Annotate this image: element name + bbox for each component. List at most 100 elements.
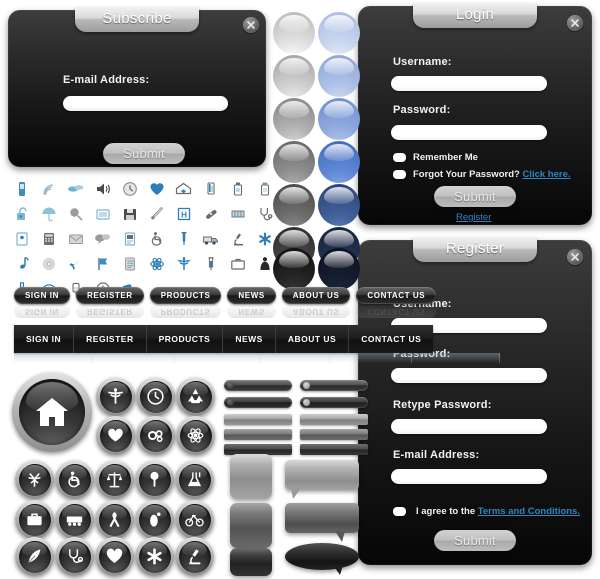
rounded-square-dark[interactable] bbox=[230, 548, 272, 576]
nav-segment-register[interactable]: REGISTER bbox=[74, 325, 147, 353]
nav-pill-contact-us[interactable]: CONTACT US CONTACT US bbox=[356, 287, 437, 318]
orb-grey-1[interactable] bbox=[273, 12, 315, 54]
round-button-heart[interactable] bbox=[95, 537, 134, 576]
icon-cell[interactable] bbox=[170, 251, 197, 276]
register-submit-button[interactable]: Submit bbox=[434, 530, 516, 551]
orb-blue-2[interactable] bbox=[318, 55, 360, 97]
orb-grey-7[interactable] bbox=[273, 248, 315, 290]
orb-grey-2[interactable] bbox=[273, 55, 315, 97]
slider-bar-light-knob-2[interactable] bbox=[300, 397, 368, 408]
icon-cell[interactable] bbox=[8, 251, 35, 276]
icon-cell[interactable] bbox=[224, 226, 251, 251]
login-close-button[interactable] bbox=[567, 15, 583, 31]
icon-cell[interactable] bbox=[251, 226, 278, 251]
icon-cell[interactable] bbox=[116, 251, 143, 276]
round-button-briefcase[interactable] bbox=[15, 500, 54, 539]
slider-bar-light-knob-1[interactable] bbox=[300, 380, 368, 391]
icon-cell[interactable] bbox=[89, 226, 116, 251]
round-button-heart-hand[interactable] bbox=[96, 416, 135, 455]
nav-pill-about-us[interactable]: ABOUT US ABOUT US bbox=[281, 287, 351, 318]
forgot-password-link[interactable]: Click here. bbox=[522, 169, 570, 180]
icon-cell[interactable] bbox=[197, 201, 224, 226]
orb-blue-1[interactable] bbox=[318, 12, 360, 54]
login-register-link[interactable]: Register bbox=[456, 212, 491, 223]
progress-bar-mid-2[interactable] bbox=[300, 429, 368, 440]
progress-bar-light-1[interactable] bbox=[224, 414, 292, 425]
icon-cell[interactable] bbox=[170, 176, 197, 201]
login-submit-button[interactable]: Submit bbox=[434, 186, 516, 207]
subscribe-submit-button[interactable]: Submit bbox=[103, 143, 185, 164]
orb-blue-7[interactable] bbox=[318, 248, 360, 290]
icon-cell[interactable] bbox=[35, 251, 62, 276]
nav-segment-news[interactable]: NEWS bbox=[223, 325, 276, 353]
remember-me-checkbox[interactable] bbox=[393, 153, 406, 162]
round-button-gears[interactable] bbox=[136, 416, 175, 455]
icon-cell[interactable] bbox=[116, 201, 143, 226]
round-button-lab-flask[interactable] bbox=[175, 460, 214, 499]
slider-knob[interactable] bbox=[227, 399, 234, 406]
speech-bubble-light[interactable] bbox=[285, 460, 359, 499]
slider-bar-dark-knob-2[interactable] bbox=[224, 397, 292, 408]
icon-cell[interactable] bbox=[89, 251, 116, 276]
round-button-home[interactable] bbox=[12, 372, 92, 452]
icon-cell[interactable] bbox=[35, 201, 62, 226]
rounded-square-mid[interactable] bbox=[230, 503, 272, 548]
icon-cell[interactable] bbox=[89, 176, 116, 201]
progress-bar-mid-1[interactable] bbox=[224, 429, 292, 440]
icon-cell[interactable] bbox=[251, 251, 278, 276]
rounded-square-light[interactable] bbox=[230, 454, 272, 499]
orb-grey-3[interactable] bbox=[273, 98, 315, 140]
icon-cell[interactable] bbox=[251, 201, 278, 226]
icon-cell[interactable] bbox=[224, 201, 251, 226]
round-button-asterisk[interactable] bbox=[135, 537, 174, 576]
round-button-atom[interactable] bbox=[176, 416, 215, 455]
nav-pill-news[interactable]: NEWS NEWS bbox=[227, 287, 276, 318]
icon-cell[interactable] bbox=[8, 176, 35, 201]
nav-pill-products[interactable]: PRODUCTS PRODUCTS bbox=[149, 287, 222, 318]
icon-cell[interactable] bbox=[35, 226, 62, 251]
register-retype-input[interactable] bbox=[391, 419, 547, 434]
slider-knob[interactable] bbox=[303, 382, 310, 389]
icon-cell[interactable] bbox=[62, 251, 89, 276]
icon-cell[interactable] bbox=[116, 176, 143, 201]
icon-cell[interactable] bbox=[8, 226, 35, 251]
icon-cell[interactable] bbox=[251, 176, 278, 201]
icon-cell[interactable] bbox=[62, 201, 89, 226]
nav-segment-products[interactable]: PRODUCTS bbox=[147, 325, 224, 353]
slider-bar-dark-knob-1[interactable] bbox=[224, 380, 292, 391]
round-button-tree[interactable] bbox=[15, 460, 54, 499]
icon-cell[interactable] bbox=[62, 226, 89, 251]
nav-segment-sign-in[interactable]: SIGN IN bbox=[14, 325, 75, 353]
icon-cell[interactable] bbox=[197, 226, 224, 251]
orb-grey-5[interactable] bbox=[273, 184, 315, 226]
login-username-input[interactable] bbox=[391, 76, 547, 91]
icon-cell[interactable] bbox=[197, 176, 224, 201]
icon-cell[interactable] bbox=[224, 251, 251, 276]
orb-blue-4[interactable] bbox=[318, 141, 360, 183]
round-button-ribbon[interactable] bbox=[95, 500, 134, 539]
icon-cell[interactable] bbox=[143, 226, 170, 251]
progress-bar-light-2[interactable] bbox=[300, 414, 368, 425]
nav-segment-about-us[interactable]: ABOUT US bbox=[276, 325, 350, 353]
slider-knob[interactable] bbox=[227, 382, 234, 389]
forgot-password-checkbox[interactable] bbox=[393, 170, 406, 179]
icon-cell[interactable] bbox=[35, 176, 62, 201]
icon-cell[interactable] bbox=[143, 176, 170, 201]
icon-cell[interactable] bbox=[8, 201, 35, 226]
icon-cell[interactable] bbox=[89, 201, 116, 226]
icon-cell[interactable] bbox=[143, 251, 170, 276]
icon-cell[interactable] bbox=[62, 176, 89, 201]
icon-cell[interactable]: R bbox=[224, 176, 251, 201]
round-button-pin[interactable] bbox=[135, 460, 174, 499]
round-button-wheelchair[interactable] bbox=[55, 460, 94, 499]
round-button-microscope[interactable] bbox=[175, 537, 214, 576]
register-email-input[interactable] bbox=[391, 469, 547, 484]
round-button-caduceus[interactable] bbox=[96, 377, 135, 416]
round-button-bicycle[interactable] bbox=[175, 500, 214, 539]
login-password-input[interactable] bbox=[391, 125, 547, 140]
round-button-feather[interactable] bbox=[15, 537, 54, 576]
icon-cell[interactable] bbox=[197, 251, 224, 276]
agree-terms-checkbox[interactable] bbox=[393, 507, 406, 516]
speech-bubble-ellipse[interactable] bbox=[285, 543, 359, 575]
orb-blue-3[interactable] bbox=[318, 98, 360, 140]
